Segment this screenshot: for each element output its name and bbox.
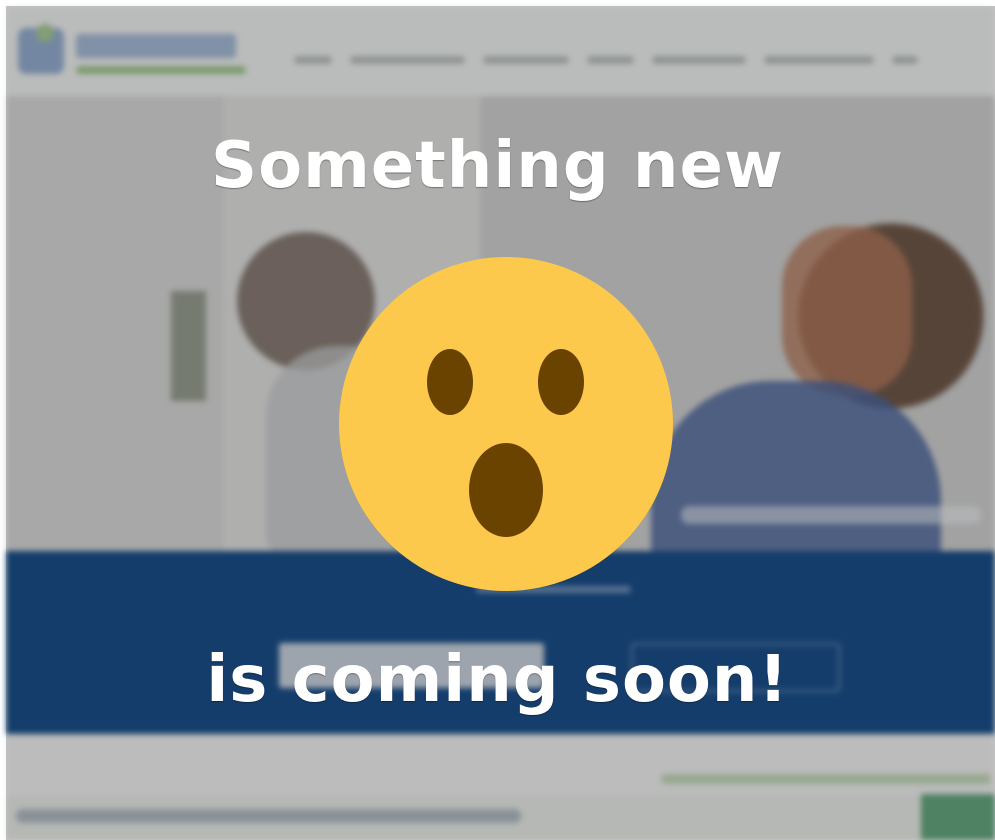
surprised-face-icon bbox=[339, 257, 673, 591]
coming-soon-heading: Something new bbox=[211, 129, 784, 203]
coming-soon-page: Something new is coming soon! bbox=[0, 0, 995, 840]
coming-soon-subheading: is coming soon! bbox=[206, 643, 789, 717]
open-mouth-icon bbox=[469, 443, 543, 537]
left-eye-icon bbox=[427, 349, 473, 415]
right-eye-icon bbox=[538, 349, 584, 415]
